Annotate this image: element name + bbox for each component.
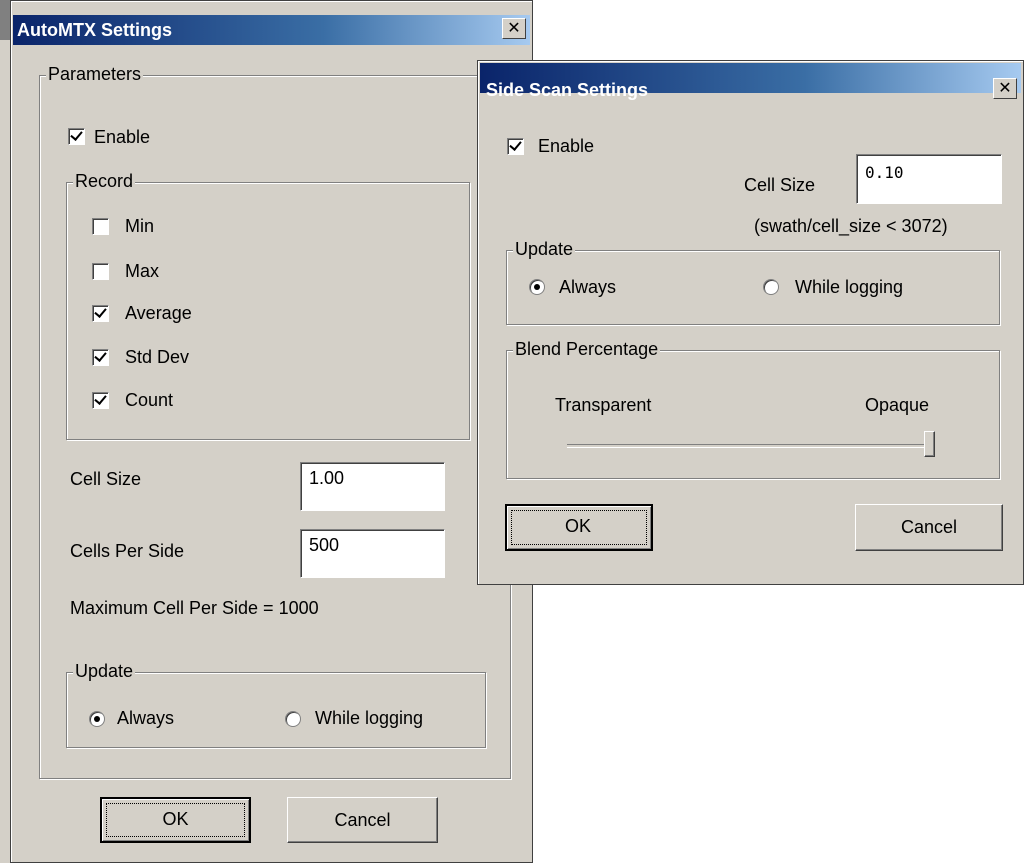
side-scan-enable-checkbox[interactable] bbox=[507, 138, 524, 155]
blend-slider-track[interactable] bbox=[567, 444, 935, 448]
side-scan-title: Side Scan Settings bbox=[486, 80, 649, 100]
side-scan-ok-label: OK bbox=[565, 516, 592, 536]
record-min-label: Min bbox=[125, 216, 155, 236]
automtx-close-button[interactable]: ✕ bbox=[502, 18, 526, 39]
record-max-checkbox[interactable] bbox=[92, 263, 109, 280]
automtx-update-legend: Update bbox=[73, 661, 136, 682]
automtx-cell-size-label: Cell Size bbox=[70, 469, 142, 489]
automtx-enable-label: Enable bbox=[94, 127, 151, 147]
record-count-label: Count bbox=[125, 390, 174, 410]
side-scan-update-always-radio[interactable] bbox=[529, 279, 545, 295]
blend-slider-thumb[interactable] bbox=[924, 431, 935, 457]
side-scan-title-bar[interactable]: Side Scan Settings ✕ bbox=[480, 63, 1021, 100]
parameters-legend: Parameters bbox=[46, 64, 144, 85]
side-scan-update-while-logging-label: While logging bbox=[795, 277, 904, 297]
side-scan-settings-dialog: Side Scan Settings ✕ Enable Cell Size 0.… bbox=[477, 60, 1024, 585]
side-scan-update-while-logging-radio[interactable] bbox=[763, 279, 779, 295]
automtx-title-bar[interactable]: AutoMTX Settings ✕ bbox=[13, 15, 530, 45]
record-average-label: Average bbox=[125, 303, 192, 323]
automtx-update-while-logging-radio[interactable] bbox=[285, 711, 301, 727]
side-scan-cell-size-input[interactable]: 0.10 bbox=[856, 154, 1002, 204]
automtx-cancel-button[interactable]: Cancel bbox=[287, 797, 438, 843]
record-std-dev-label: Std Dev bbox=[125, 347, 190, 367]
side-scan-update-always-label: Always bbox=[559, 277, 617, 297]
side-scan-cancel-label: Cancel bbox=[900, 517, 958, 537]
automtx-ok-button[interactable]: OK bbox=[100, 797, 251, 843]
side-scan-update-group: Update Always While logging bbox=[506, 239, 1000, 325]
side-scan-enable-label: Enable bbox=[538, 136, 595, 156]
automtx-update-always-radio[interactable] bbox=[89, 711, 105, 727]
automtx-enable-checkbox[interactable] bbox=[68, 128, 85, 145]
side-scan-cancel-button[interactable]: Cancel bbox=[855, 504, 1003, 551]
automtx-update-always-label: Always bbox=[117, 708, 175, 728]
record-max-label: Max bbox=[125, 261, 160, 281]
side-scan-close-button[interactable]: ✕ bbox=[993, 78, 1017, 99]
automtx-update-while-logging-label: While logging bbox=[315, 708, 424, 728]
record-std-dev-checkbox[interactable] bbox=[92, 349, 109, 366]
side-scan-update-legend: Update bbox=[513, 239, 576, 260]
side-scan-cell-size-label: Cell Size bbox=[744, 175, 816, 195]
cell-size-constraint-text: (swath/cell_size < 3072) bbox=[754, 216, 948, 236]
automtx-settings-dialog: AutoMTX Settings ✕ Parameters Enable Rec… bbox=[10, 0, 533, 863]
automtx-cancel-label: Cancel bbox=[334, 810, 391, 830]
record-legend: Record bbox=[73, 171, 136, 192]
automtx-update-group: Update Always While logging bbox=[66, 661, 486, 748]
blend-percentage-group: Blend Percentage Transparent Opaque bbox=[506, 339, 1000, 479]
parameters-group: Parameters Enable Record Min Max Average… bbox=[39, 64, 511, 779]
cells-per-side-label: Cells Per Side bbox=[70, 541, 185, 561]
record-group: Record Min Max Average Std Dev Count bbox=[66, 171, 470, 440]
record-average-checkbox[interactable] bbox=[92, 305, 109, 322]
close-icon: ✕ bbox=[507, 20, 521, 37]
background-window-edge bbox=[0, 0, 10, 863]
cells-per-side-input[interactable]: 500 bbox=[300, 529, 445, 578]
record-min-checkbox[interactable] bbox=[92, 218, 109, 235]
max-cells-per-side-text: Maximum Cell Per Side = 1000 bbox=[70, 598, 319, 618]
blend-transparent-label: Transparent bbox=[555, 395, 652, 415]
record-count-checkbox[interactable] bbox=[92, 392, 109, 409]
automtx-title: AutoMTX Settings bbox=[17, 20, 172, 40]
blend-opaque-label: Opaque bbox=[865, 395, 930, 415]
side-scan-ok-button[interactable]: OK bbox=[505, 504, 653, 551]
automtx-ok-label: OK bbox=[162, 809, 189, 829]
automtx-cell-size-input[interactable]: 1.00 bbox=[300, 462, 445, 511]
blend-percentage-legend: Blend Percentage bbox=[513, 339, 661, 360]
close-icon: ✕ bbox=[998, 80, 1012, 97]
